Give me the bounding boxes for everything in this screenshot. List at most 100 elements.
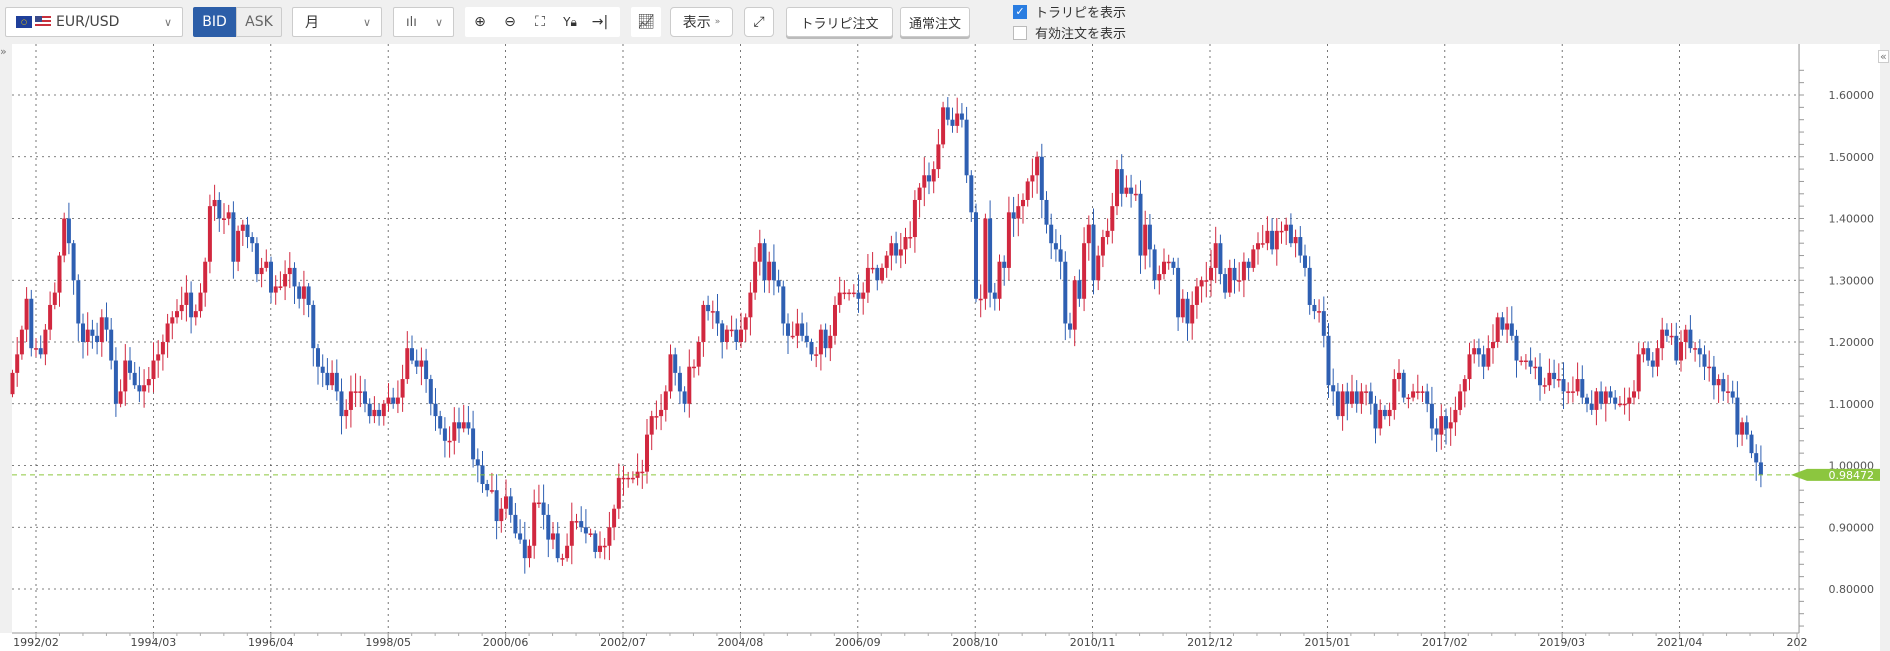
candle-body	[1251, 249, 1256, 268]
candle-body	[1444, 416, 1448, 429]
candlestick-chart[interactable]: 0.800000.900001.000001.100001.200001.300…	[0, 44, 1890, 651]
expand-icon: ⤢	[753, 14, 765, 30]
time-tick-label: 2019/03	[1539, 636, 1585, 649]
candle-body	[1575, 379, 1580, 392]
price-tick-label: 1.30000	[1829, 274, 1875, 287]
display-label: 表示	[682, 15, 711, 31]
candle-body	[222, 218, 226, 220]
candle-body	[339, 391, 344, 417]
candle-body	[997, 261, 1002, 299]
expand-left-icon[interactable]: »	[0, 46, 7, 57]
candle-body	[1237, 280, 1242, 282]
candle-body	[884, 255, 889, 268]
expand-button[interactable]: ⤢	[744, 7, 774, 37]
timeframe-select[interactable]: 月 ∨	[292, 7, 382, 37]
candle-body	[207, 206, 212, 262]
candle-body	[1246, 261, 1251, 268]
candle-body	[1354, 391, 1359, 404]
show-active-orders-checkbox[interactable]: 有効注文を表示	[1013, 23, 1126, 42]
candle-body	[551, 533, 555, 540]
jump-latest-icon[interactable]: →|	[585, 7, 615, 37]
candle-body	[1735, 397, 1740, 435]
candle-body	[818, 329, 823, 355]
candle-body	[504, 496, 508, 509]
candle-body	[1129, 187, 1134, 194]
candle-body	[1068, 323, 1072, 330]
candle-body	[682, 391, 687, 404]
candle-body	[273, 286, 278, 293]
candle-body	[1072, 280, 1077, 330]
y-lock-icon[interactable]: Y🔒︎	[555, 7, 585, 37]
candle-body	[71, 243, 76, 281]
show-trarip-label: トラリピを表示	[1035, 6, 1127, 21]
candle-body	[1617, 403, 1622, 406]
candle-body	[1711, 366, 1716, 386]
candle-body	[1622, 403, 1627, 406]
candle-body	[833, 304, 837, 336]
candle-body	[156, 354, 161, 361]
checkmark-icon: ✓	[1013, 4, 1027, 19]
candle-body	[269, 261, 273, 293]
candle-body	[1744, 422, 1749, 435]
candle-body	[1274, 230, 1279, 250]
candle-body	[38, 348, 43, 355]
candle-body	[334, 372, 339, 392]
candle-body	[320, 366, 325, 373]
candle-body	[1566, 391, 1571, 393]
candle-body	[724, 329, 729, 342]
candle-body	[922, 175, 927, 188]
candle-body	[1035, 156, 1040, 176]
candle-body	[175, 311, 179, 318]
candle-body	[1091, 224, 1096, 281]
candle-body	[1096, 255, 1101, 281]
candle-body	[325, 372, 330, 386]
candle-body	[1025, 181, 1030, 200]
candle-body	[57, 255, 62, 293]
candle-body	[66, 218, 71, 244]
candle-body	[757, 243, 762, 262]
candle-body	[123, 360, 128, 392]
indicator-button[interactable]: 📈︎	[631, 7, 661, 37]
candle-body	[1185, 298, 1190, 324]
candle-body	[616, 477, 621, 509]
candle-body	[649, 416, 654, 435]
candle	[29, 289, 34, 357]
fit-icon[interactable]: ⛶	[525, 7, 555, 37]
candle-body	[1509, 323, 1514, 336]
bid-button[interactable]: BID	[193, 7, 236, 37]
candle-body	[1213, 243, 1218, 268]
price-tick-label: 1.60000	[1829, 89, 1875, 102]
show-trarip-checkbox[interactable]: ✓ トラリピを表示	[1013, 2, 1126, 21]
zoom-out-icon[interactable]: ⊖	[495, 7, 525, 37]
currency-pair-select[interactable]: ○ EUR/USD ∨	[5, 7, 183, 37]
candle-body	[776, 280, 781, 287]
pair-label: EUR/USD	[56, 14, 120, 30]
trarip-order-label: トラリピ注文	[800, 16, 879, 32]
time-tick-label: 2021/04	[1657, 636, 1703, 649]
candle-body	[278, 286, 283, 288]
candle-body	[898, 249, 903, 256]
candle-body	[941, 107, 946, 145]
chart-type-select[interactable]: ılı ∨	[393, 7, 454, 37]
candle-body	[1147, 224, 1152, 250]
candle-body	[311, 304, 316, 349]
zoom-in-icon[interactable]: ⊕	[465, 7, 495, 37]
candle-body	[1138, 193, 1143, 256]
candle-body	[240, 224, 245, 231]
candle-body	[471, 428, 476, 460]
eu-flag-icon: ○	[16, 16, 32, 28]
trarip-order-button[interactable]: トラリピ注文	[786, 7, 893, 37]
collapse-right-icon[interactable]: «	[1878, 50, 1889, 63]
candle-body	[381, 403, 386, 417]
candle-body	[1505, 323, 1510, 330]
candle-body	[386, 397, 391, 404]
candle-body	[1401, 372, 1406, 398]
candle-body	[1265, 230, 1270, 244]
candle-body	[598, 545, 602, 552]
candle-body	[847, 292, 852, 295]
ask-button[interactable]: ASK	[236, 7, 282, 37]
candle-body	[1561, 379, 1566, 392]
normal-order-button[interactable]: 通常注文	[900, 7, 970, 37]
candle-body	[259, 267, 264, 275]
display-menu-button[interactable]: 表示»	[670, 7, 733, 37]
